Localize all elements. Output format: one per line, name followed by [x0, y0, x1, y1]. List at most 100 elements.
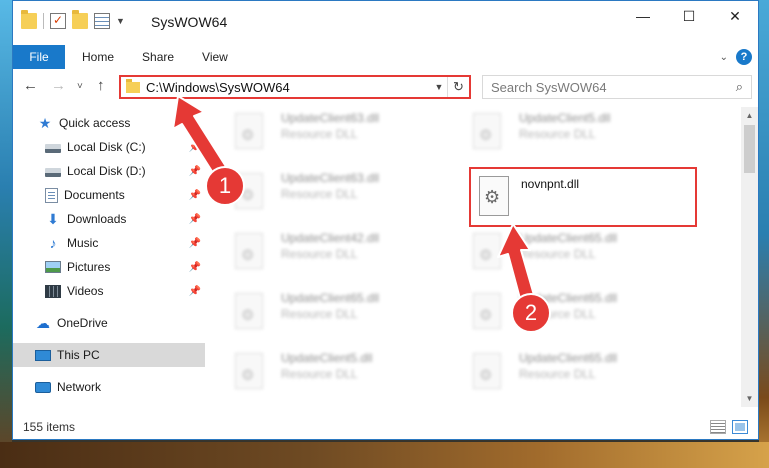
large-icons-view-icon[interactable] [732, 420, 748, 434]
list-item[interactable]: UpdateClient5.dll Resource DLL [223, 347, 443, 403]
sidebar-item-quick-access[interactable]: ★ Quick access [37, 111, 205, 135]
pin-icon[interactable]: 📌 [189, 166, 201, 177]
sidebar-item-network[interactable]: Network [35, 375, 205, 399]
file-type: Resource DLL [519, 127, 596, 141]
window-controls: — ☐ ✕ [620, 1, 758, 31]
file-name: UpdateClient63.dll [281, 111, 380, 125]
dll-file-icon [473, 113, 501, 149]
drive-icon [45, 143, 61, 153]
recent-locations-chevron-icon[interactable]: ˅ [77, 81, 83, 92]
window-title: SysWOW64 [151, 14, 228, 30]
list-item[interactable]: UpdateClient65.dll Resource DLL [461, 227, 681, 283]
scroll-up-arrow-icon[interactable]: ▲ [741, 107, 758, 124]
new-folder-icon[interactable] [72, 10, 88, 29]
vertical-scrollbar[interactable]: ▲ ▼ [741, 107, 758, 407]
pin-icon[interactable]: 📌 [189, 214, 201, 225]
forward-arrow-icon[interactable]: → [51, 77, 66, 94]
list-item[interactable]: UpdateClient65.dll Resource DLL [461, 287, 681, 343]
pin-icon[interactable]: 📌 [189, 286, 201, 297]
dll-file-icon [473, 353, 501, 389]
toolbar-separator [43, 13, 44, 29]
sidebar-item-label: Local Disk (C:) [67, 140, 146, 154]
computer-icon [35, 349, 51, 361]
list-item[interactable]: UpdateClient63.dll Resource DLL [223, 107, 443, 163]
list-item[interactable]: UpdateClient63.dll Resource DLL [223, 167, 443, 223]
search-input[interactable]: Search SysWOW64 [491, 80, 607, 95]
file-type: Resource DLL [281, 187, 358, 201]
videos-icon [45, 284, 61, 298]
dll-file-icon [473, 233, 501, 269]
sidebar-item-local-disk-d[interactable]: Local Disk (D:) 📌 [45, 159, 205, 183]
navigation-pane: ★ Quick access Local Disk (C:) 📌 Local D… [13, 107, 205, 407]
file-list: UpdateClient63.dll Resource DLL UpdateCl… [223, 107, 723, 407]
sidebar-item-this-pc[interactable]: This PC [13, 343, 205, 367]
sidebar-item-documents[interactable]: Documents 📌 [45, 183, 205, 207]
file-name: UpdateClient42.dll [281, 231, 380, 245]
sidebar-item-downloads[interactable]: ⬇ Downloads 📌 [45, 207, 205, 231]
sidebar-item-videos[interactable]: Videos 📌 [45, 279, 205, 303]
scroll-down-arrow-icon[interactable]: ▼ [741, 390, 758, 407]
maximize-button[interactable]: ☐ [666, 1, 712, 31]
list-item[interactable]: UpdateClient42.dll Resource DLL [223, 227, 443, 283]
sidebar-item-music[interactable]: ♪ Music 📌 [45, 231, 205, 255]
file-name: UpdateClient65.dll [519, 231, 618, 245]
star-icon: ★ [38, 115, 52, 131]
list-item[interactable]: UpdateClient65.dll Resource DLL [461, 347, 681, 403]
desktop-background-bottom [0, 442, 769, 468]
pin-icon[interactable]: 📌 [189, 262, 201, 273]
step-2-badge: 2 [511, 293, 551, 333]
details-view-icon[interactable] [710, 420, 726, 434]
tab-share[interactable]: Share [128, 45, 188, 69]
scroll-thumb[interactable] [744, 125, 755, 173]
sidebar-item-label: Documents [64, 188, 125, 202]
pin-icon[interactable]: 📌 [189, 142, 201, 153]
navigation-bar: ← → ˅ ↑ C:\Windows\SysWOW64 ▼ ↻ Search S… [13, 71, 758, 103]
address-path[interactable]: C:\Windows\SysWOW64 [146, 80, 431, 95]
cloud-icon: ☁ [36, 315, 50, 331]
item-count: 155 items [23, 420, 76, 434]
help-icon[interactable]: ? [736, 49, 752, 65]
dll-file-icon [235, 353, 263, 389]
customize-toolbar-chevron-icon[interactable]: ▼ [116, 16, 125, 26]
tab-file[interactable]: File [13, 45, 65, 69]
title-bar: ▼ SysWOW64 — ☐ ✕ [13, 1, 758, 45]
sidebar-item-label: This PC [57, 348, 100, 362]
highlighted-file-item[interactable]: novnpnt.dll [469, 167, 697, 227]
view-toggle [710, 420, 748, 434]
address-bar[interactable]: C:\Windows\SysWOW64 ▼ ↻ [119, 75, 471, 99]
desktop-background-left [0, 0, 12, 468]
sidebar-item-label: Music [67, 236, 99, 250]
search-box[interactable]: Search SysWOW64 ⌕ [482, 75, 752, 99]
properties-icon[interactable] [94, 13, 110, 29]
folder-icon [21, 10, 37, 29]
sidebar-item-label: Quick access [59, 116, 131, 130]
documents-icon [45, 187, 58, 203]
status-bar: 155 items [13, 415, 758, 439]
download-icon: ⬇ [47, 211, 59, 227]
search-icon: ⌕ [735, 79, 743, 94]
back-arrow-icon[interactable]: ← [23, 77, 38, 94]
list-item[interactable]: UpdateClient65.dll Resource DLL [223, 287, 443, 343]
tab-home[interactable]: Home [65, 45, 128, 69]
close-button[interactable]: ✕ [712, 1, 758, 31]
step-1-badge: 1 [205, 166, 245, 206]
file-type: Resource DLL [519, 367, 596, 381]
quick-access-toolbar: ▼ [21, 10, 125, 29]
sidebar-item-onedrive[interactable]: ☁ OneDrive [35, 311, 205, 335]
music-icon: ♪ [49, 235, 57, 251]
sidebar-item-local-disk-c[interactable]: Local Disk (C:) 📌 [45, 135, 205, 159]
sidebar-item-label: Network [57, 380, 102, 394]
properties-check-icon[interactable] [50, 13, 66, 29]
file-name: UpdateClient65.dll [519, 351, 618, 365]
expand-ribbon-chevron-icon[interactable]: ⌄ [720, 52, 728, 63]
network-icon [35, 381, 51, 393]
tab-view[interactable]: View [188, 45, 242, 69]
list-item[interactable]: UpdateClient5.dll Resource DLL [461, 107, 681, 163]
pin-icon[interactable]: 📌 [189, 190, 201, 201]
refresh-icon[interactable]: ↻ [447, 77, 469, 97]
pin-icon[interactable]: 📌 [189, 238, 201, 249]
up-arrow-icon[interactable]: ↑ [97, 77, 105, 94]
minimize-button[interactable]: — [620, 1, 666, 31]
address-dropdown-chevron-icon[interactable]: ▼ [431, 82, 447, 92]
sidebar-item-pictures[interactable]: Pictures 📌 [45, 255, 205, 279]
